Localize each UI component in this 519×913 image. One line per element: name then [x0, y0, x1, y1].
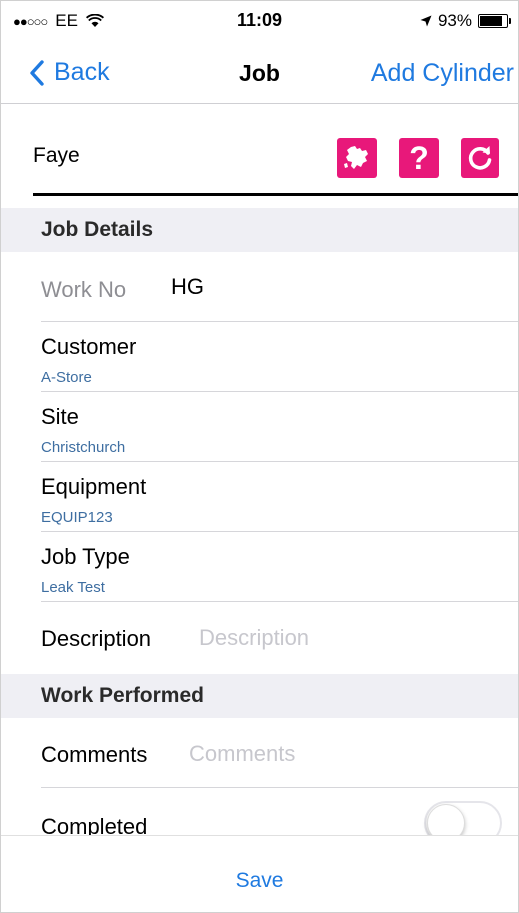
section-title: Job Details	[41, 218, 154, 241]
site-row[interactable]: Site Christchurch	[1, 392, 518, 462]
section-job-details: Job Details	[1, 208, 518, 252]
status-bar: ●●○○○ EE 11:09 93%	[1, 1, 518, 41]
battery-icon	[478, 14, 511, 28]
job-type-label: Job Type	[41, 544, 130, 569]
equipment-value: EQUIP123	[41, 509, 113, 526]
comments-row: Comments	[1, 718, 518, 788]
description-row: Description	[1, 602, 518, 674]
engineer-underline	[33, 193, 518, 196]
site-value: Christchurch	[41, 439, 126, 456]
engineer-name: Faye	[33, 144, 80, 167]
job-type-value: Leak Test	[41, 579, 105, 596]
add-cylinder-button[interactable]: Add Cylinder	[371, 59, 514, 88]
engineer-row: Faye ?	[1, 104, 518, 196]
section-work-performed: Work Performed	[1, 674, 518, 718]
customer-label: Customer	[41, 334, 137, 359]
customer-row[interactable]: Customer A-Store	[1, 322, 518, 392]
location-arrow-icon	[420, 15, 432, 27]
map-icon	[344, 146, 368, 169]
equipment-row[interactable]: Equipment EQUIP123	[1, 462, 518, 532]
comments-input[interactable]	[189, 740, 489, 768]
work-no-value[interactable]: HG	[171, 274, 204, 300]
refresh-icon	[468, 146, 492, 170]
description-input[interactable]	[199, 624, 499, 652]
status-indicators: 93%	[420, 11, 511, 31]
description-label: Description	[41, 626, 152, 651]
equipment-label: Equipment	[41, 474, 147, 499]
save-bar: Save	[1, 835, 518, 912]
help-button[interactable]: ?	[399, 138, 439, 178]
battery-percent: 93%	[437, 11, 472, 30]
chevron-left-icon	[30, 59, 44, 86]
map-button[interactable]	[337, 138, 377, 178]
battery-level	[480, 16, 502, 26]
work-no-row[interactable]: Work No HG	[1, 252, 518, 322]
job-type-row[interactable]: Job Type Leak Test	[1, 532, 518, 602]
back-button[interactable]: Back	[29, 58, 110, 87]
customer-value: A-Store	[41, 369, 92, 386]
navigation-bar: Back Job Add Cylinder	[1, 41, 518, 104]
back-label: Back	[54, 58, 110, 86]
question-mark-icon: ?	[409, 140, 429, 176]
site-label: Site	[41, 404, 79, 429]
work-no-label: Work No	[41, 277, 127, 302]
app-screen: ●●○○○ EE 11:09 93% Back Job Add Cylinder…	[0, 0, 519, 913]
comments-label: Comments	[41, 742, 148, 767]
refresh-button[interactable]	[461, 138, 499, 178]
save-button[interactable]: Save	[1, 869, 518, 893]
section-title: Work Performed	[41, 684, 204, 707]
